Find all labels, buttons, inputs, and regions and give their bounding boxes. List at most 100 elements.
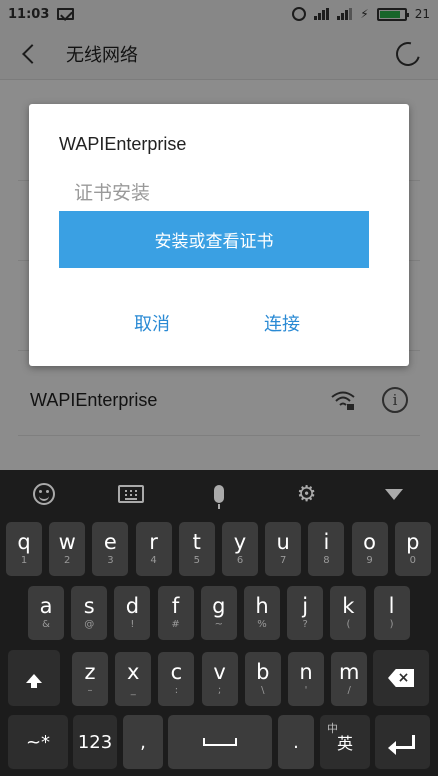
key-r[interactable]: r4 xyxy=(135,522,172,576)
key-letter: u xyxy=(276,530,290,554)
key-h[interactable]: h% xyxy=(244,586,280,640)
cancel-button[interactable]: 取消 xyxy=(134,310,170,336)
key-p[interactable]: p0 xyxy=(394,522,431,576)
keyboard-switch-button[interactable] xyxy=(88,470,176,518)
language-switch-key[interactable]: 中英 xyxy=(320,715,370,769)
key-letter: d xyxy=(125,594,140,618)
key-letter: l xyxy=(388,594,395,618)
enter-icon xyxy=(387,735,415,755)
key-k[interactable]: k( xyxy=(330,586,367,640)
connect-button[interactable]: 连接 xyxy=(264,310,300,336)
key-hint: 3 xyxy=(107,555,114,566)
voice-input-button[interactable] xyxy=(175,470,263,518)
wifi-dialog: WAPIEnterprise 证书安装 安装或查看证书 取消 连接 xyxy=(29,104,409,366)
key-x[interactable]: x _ xyxy=(115,652,152,706)
key-u[interactable]: u7 xyxy=(265,522,302,576)
key-hint: 1 xyxy=(20,555,28,566)
key-n[interactable]: n ' xyxy=(288,652,324,706)
key-letter: a xyxy=(39,594,53,618)
key-hint: 5 xyxy=(193,555,200,566)
key-hint: 6 xyxy=(236,555,244,566)
key-letter: f xyxy=(171,594,180,618)
key-i[interactable]: i8 xyxy=(308,522,345,576)
space-key[interactable] xyxy=(168,715,272,769)
key-d[interactable]: d! xyxy=(114,586,151,640)
chevron-down-icon xyxy=(385,488,404,500)
shift-icon xyxy=(26,673,42,688)
key-l[interactable]: l) xyxy=(373,586,410,640)
key-o[interactable]: o9 xyxy=(351,522,388,576)
enter-key[interactable] xyxy=(375,715,430,769)
key-letter: b xyxy=(256,660,270,684)
key-hint: ? xyxy=(302,619,308,630)
key-v[interactable]: v; xyxy=(201,652,238,706)
numbers-key[interactable]: 123 xyxy=(73,715,117,769)
key-c[interactable]: c: xyxy=(158,652,195,706)
space-icon xyxy=(203,738,237,746)
key-hint: @ xyxy=(84,619,95,630)
key-letter: y xyxy=(233,530,247,554)
key-m[interactable]: m / xyxy=(331,652,368,706)
key-y[interactable]: y6 xyxy=(222,522,258,576)
key-letter: r xyxy=(149,530,158,554)
key-hint: _ xyxy=(130,685,136,696)
lang-chinese-label: 中 xyxy=(326,722,338,735)
key-letter: e xyxy=(103,530,117,554)
emoji-button[interactable] xyxy=(0,470,88,518)
key-b[interactable]: b \ xyxy=(244,652,281,706)
key-hint: : xyxy=(174,685,179,696)
key-letter: t xyxy=(192,530,201,554)
key-letter: k xyxy=(342,594,355,618)
key-e[interactable]: e3 xyxy=(92,522,129,576)
key-j[interactable]: j? xyxy=(287,586,324,640)
key-hint: 8 xyxy=(323,555,330,566)
key-t[interactable]: t5 xyxy=(178,522,215,576)
key-hint: & xyxy=(42,619,50,630)
symbols-key[interactable]: ~* xyxy=(8,715,68,769)
key-hint: 4 xyxy=(150,555,157,566)
key-letter: h xyxy=(255,594,269,618)
key-hint: # xyxy=(171,619,180,630)
key-hint: \ xyxy=(261,685,265,696)
key-letter: w xyxy=(58,530,76,554)
key-hint: 9 xyxy=(366,555,373,566)
key-hint: % xyxy=(257,619,267,630)
key-hint: 0 xyxy=(409,555,416,566)
key-hint: 2 xyxy=(64,555,71,566)
key-letter: v xyxy=(213,660,226,684)
gear-icon: ⚙ xyxy=(296,481,317,507)
key-letter: s xyxy=(83,594,95,618)
emoji-icon xyxy=(32,483,55,505)
install-certificate-button[interactable]: 安装或查看证书 xyxy=(59,211,369,268)
key-letter: n xyxy=(299,660,313,684)
hide-keyboard-button[interactable] xyxy=(350,470,438,518)
keyboard-settings-button[interactable]: ⚙ xyxy=(263,470,351,518)
shift-key[interactable] xyxy=(8,650,60,706)
dialog-title: WAPIEnterprise xyxy=(59,134,187,154)
key-f[interactable]: f # xyxy=(157,586,194,640)
lang-english-label: 英 xyxy=(336,734,353,753)
key-hint: ! xyxy=(130,619,135,630)
key-w[interactable]: w2 xyxy=(49,522,86,576)
key-s[interactable]: s @ xyxy=(71,586,108,640)
key-a[interactable]: a & xyxy=(28,586,64,640)
certificate-install-label: 证书安装 xyxy=(74,182,151,204)
key-letter: x xyxy=(126,660,140,684)
key-hint: ( xyxy=(346,619,351,630)
key-q[interactable]: q1 xyxy=(6,522,42,576)
key-hint: ' xyxy=(304,685,308,696)
key-letter: m xyxy=(338,660,360,684)
key-z[interactable]: z – xyxy=(72,652,108,706)
key-hint: 7 xyxy=(280,555,287,566)
key-hint: / xyxy=(347,685,351,696)
comma-key[interactable]: , xyxy=(123,715,163,769)
keyboard-icon xyxy=(118,485,145,503)
keyboard-toolbar: ⚙ xyxy=(0,470,438,518)
period-key[interactable]: . xyxy=(278,715,314,769)
key-hint: – xyxy=(87,685,93,696)
microphone-icon xyxy=(213,485,224,509)
key-letter: j xyxy=(302,594,309,618)
backspace-key[interactable]: × xyxy=(373,650,429,706)
key-g[interactable]: g ~ xyxy=(200,586,237,640)
soft-keyboard: ⚙ q 1 w 2 e 3 r 4 t 5 y 6 u 7 i 8 o 9 p 0 a & s @ d! f # g ~ h% j? k(l)… xyxy=(0,470,438,776)
